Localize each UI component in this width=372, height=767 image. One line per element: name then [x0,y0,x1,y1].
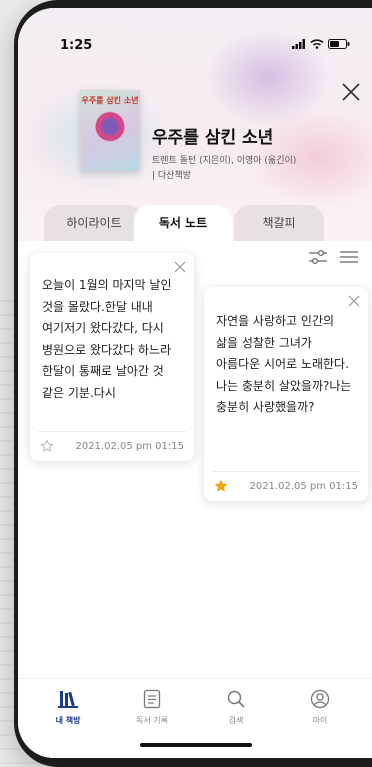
tab-bar: 하이라이트 책갈피 독서 노트 [18,205,372,241]
note-divider [212,471,360,472]
wifi-icon [310,39,324,49]
book-cover[interactable]: 우주를 삼킨 소년 [80,90,140,172]
note-close-icon[interactable] [348,295,360,307]
search-icon [227,690,245,708]
star-outline-icon[interactable] [40,439,54,453]
book-authors: 트렌트 돌턴 (지은이), 이영아 (옮긴이) [152,156,297,166]
bottom-navigation: 내 책방 독서 기록 검색 마이 [18,678,372,758]
status-icons [292,39,350,49]
book-cover-illustration [95,109,125,153]
book-title: 우주를 삼킨 소년 [152,128,274,148]
nav-label: 마이 [312,716,328,725]
tab-reading-note[interactable]: 독서 노트 [134,205,232,241]
signal-icon [292,39,305,49]
note-divider [38,431,186,432]
note-card[interactable]: 자연을 사랑하고 인간의 삶을 성찰한 그녀가 아름다운 시어로 노래한다.나는… [204,287,368,501]
close-icon[interactable] [340,81,362,103]
note-close-icon[interactable] [174,261,186,273]
nav-label: 독서 기록 [136,716,168,725]
home-indicator[interactable] [140,743,252,747]
library-icon [58,691,78,708]
nav-my-page[interactable]: 마이 [290,689,350,726]
app-screen: 1:25 우주를 삼킨 소년 우주를 삼킨 소년 트렌트 돌턴 (지은이), 이… [18,8,372,758]
nav-label: 검색 [228,716,244,725]
book-cover-title: 우주를 삼킨 소년 [81,96,139,105]
nav-search[interactable]: 검색 [206,689,266,726]
tab-highlight[interactable]: 하이라이트 [44,205,144,241]
note-card[interactable]: 오늘이 1월의 마지막 날인 것을 몰랐다.한달 내내 여기저기 왔다갔다, 다… [30,253,194,461]
nav-my-library[interactable]: 내 책방 [38,689,98,726]
nav-label: 내 책방 [55,716,81,725]
note-text: 자연을 사랑하고 인간의 삶을 성찰한 그녀가 아름다운 시어로 노래한다.나는… [216,314,352,414]
book-publisher: | 다산책방 [152,171,192,181]
note-icon [143,689,161,709]
note-date: 2021.02.05 pm 01:15 [249,481,358,492]
tab-bookmark[interactable]: 책갈피 [234,205,324,241]
battery-icon [328,39,350,49]
note-date: 2021.02.05 pm 01:15 [75,441,184,452]
nav-reading-record[interactable]: 독서 기록 [122,689,182,726]
status-time: 1:25 [60,38,93,53]
note-text: 오늘이 1월의 마지막 날인 것을 몰랐다.한달 내내 여기저기 왔다갔다, 다… [42,278,172,400]
filter-icon[interactable] [308,249,328,265]
star-filled-icon[interactable] [214,479,228,493]
list-view-icon[interactable] [340,249,358,265]
profile-icon [310,689,330,709]
